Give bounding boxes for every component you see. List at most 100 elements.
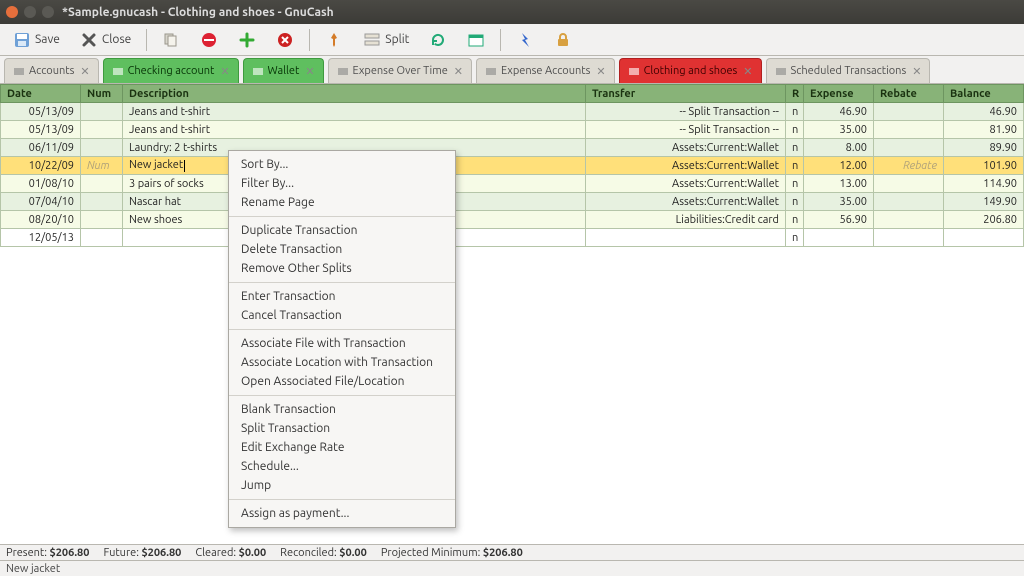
menu-item-schedule[interactable]: Schedule... <box>229 457 455 476</box>
cell[interactable]: 12/05/13 <box>1 229 81 247</box>
col-r[interactable]: R <box>786 85 804 103</box>
table-row[interactable]: 05/13/09Jeans and t-shirt-- Split Transa… <box>1 103 1024 121</box>
window-maximize-icon[interactable] <box>42 6 54 18</box>
cell[interactable] <box>874 175 944 193</box>
cell[interactable]: n <box>786 139 804 157</box>
tab-checking-account[interactable]: Checking account✕ <box>103 58 239 83</box>
cell[interactable]: Liabilities:Credit card <box>586 211 786 229</box>
cell[interactable]: n <box>786 121 804 139</box>
col-num[interactable]: Num <box>81 85 123 103</box>
cell[interactable] <box>81 211 123 229</box>
col-transfer[interactable]: Transfer <box>586 85 786 103</box>
menu-item-remove-other-splits[interactable]: Remove Other Splits <box>229 259 455 278</box>
cell[interactable]: n <box>786 229 804 247</box>
cell[interactable]: 56.90 <box>804 211 874 229</box>
tab-close-icon[interactable]: ✕ <box>454 65 463 78</box>
menu-item-filter-by[interactable]: Filter By... <box>229 174 455 193</box>
menu-item-split-transaction[interactable]: Split Transaction <box>229 419 455 438</box>
cell[interactable]: -- Split Transaction -- <box>586 121 786 139</box>
split-button[interactable]: Split <box>356 27 416 53</box>
tab-close-icon[interactable]: ✕ <box>305 65 314 78</box>
cell[interactable] <box>874 193 944 211</box>
cell[interactable]: 149.90 <box>944 193 1024 211</box>
save-button[interactable]: Save <box>6 27 67 53</box>
menu-item-rename-page[interactable]: Rename Page <box>229 193 455 212</box>
pin-button[interactable] <box>318 27 350 53</box>
cell[interactable]: 81.90 <box>944 121 1024 139</box>
menu-item-sort-by[interactable]: Sort By... <box>229 155 455 174</box>
cell[interactable]: 8.00 <box>804 139 874 157</box>
cell[interactable]: Assets:Current:Wallet <box>586 157 786 175</box>
cell[interactable]: 206.80 <box>944 211 1024 229</box>
menu-item-cancel-transaction[interactable]: Cancel Transaction <box>229 306 455 325</box>
tab-close-icon[interactable]: ✕ <box>596 65 605 78</box>
menu-item-open-associated-file-location[interactable]: Open Associated File/Location <box>229 372 455 391</box>
cell[interactable]: 89.90 <box>944 139 1024 157</box>
register-context-menu[interactable]: Sort By...Filter By...Rename Page Duplica… <box>228 150 456 528</box>
table-row[interactable]: 08/20/10New shoesLiabilities:Credit card… <box>1 211 1024 229</box>
cell[interactable]: 101.90 <box>944 157 1024 175</box>
cell[interactable] <box>81 139 123 157</box>
cell[interactable]: -- Split Transaction -- <box>586 103 786 121</box>
cell[interactable] <box>874 121 944 139</box>
tab-scheduled-transactions[interactable]: Scheduled Transactions✕ <box>766 58 931 83</box>
table-row[interactable]: 10/22/09NumNew jacketAssets:Current:Wall… <box>1 157 1024 175</box>
menu-item-assign-as-payment[interactable]: Assign as payment... <box>229 504 455 523</box>
cell[interactable] <box>81 193 123 211</box>
col-balance[interactable]: Balance <box>944 85 1024 103</box>
tab-expense-accounts[interactable]: Expense Accounts✕ <box>476 58 615 83</box>
cell[interactable]: 01/08/10 <box>1 175 81 193</box>
cell[interactable]: 10/22/09 <box>1 157 81 175</box>
cell[interactable]: n <box>786 157 804 175</box>
tool-b-button[interactable] <box>547 27 579 53</box>
table-row[interactable]: 01/08/103 pairs of socksAssets:Current:W… <box>1 175 1024 193</box>
table-row[interactable]: 07/04/10Nascar hatAssets:Current:Walletn… <box>1 193 1024 211</box>
tool-a-button[interactable] <box>509 27 541 53</box>
cell[interactable]: 46.90 <box>804 103 874 121</box>
tab-close-icon[interactable]: ✕ <box>80 65 89 78</box>
table-row[interactable]: 05/13/09 Jeans and t-shirt-- Split Transa… <box>1 121 1024 139</box>
tab-close-icon[interactable]: ✕ <box>220 65 229 78</box>
tab-clothing-and-shoes[interactable]: Clothing and shoes✕ <box>619 58 762 83</box>
menu-item-duplicate-transaction[interactable]: Duplicate Transaction <box>229 221 455 240</box>
menu-item-jump[interactable]: Jump <box>229 476 455 495</box>
cell[interactable] <box>81 229 123 247</box>
window-close-icon[interactable] <box>6 6 18 18</box>
cell[interactable]: n <box>786 175 804 193</box>
menu-item-blank-transaction[interactable]: Blank Transaction <box>229 400 455 419</box>
cell[interactable]: Num <box>81 157 123 175</box>
tab-accounts[interactable]: Accounts✕ <box>4 58 99 83</box>
tab-close-icon[interactable]: ✕ <box>743 65 752 78</box>
window-minimize-icon[interactable] <box>24 6 36 18</box>
menu-item-enter-transaction[interactable]: Enter Transaction <box>229 287 455 306</box>
tab-expense-over-time[interactable]: Expense Over Time✕ <box>328 58 472 83</box>
copy-button[interactable] <box>155 27 187 53</box>
cell[interactable]: Assets:Current:Wallet <box>586 139 786 157</box>
cell[interactable]: 13.00 <box>804 175 874 193</box>
cell[interactable] <box>874 229 944 247</box>
cell[interactable]: n <box>786 103 804 121</box>
calendar-button[interactable] <box>460 27 492 53</box>
col-desc[interactable]: Description <box>123 85 586 103</box>
cell[interactable]: 08/20/10 <box>1 211 81 229</box>
table-row[interactable]: 06/11/09Laundry: 2 t-shirtsAssets:Curren… <box>1 139 1024 157</box>
menu-item-associate-file-with-transaction[interactable]: Associate File with Transaction <box>229 334 455 353</box>
delete-button[interactable] <box>269 27 301 53</box>
menu-item-edit-exchange-rate[interactable]: Edit Exchange Rate <box>229 438 455 457</box>
cell[interactable] <box>874 211 944 229</box>
table-row[interactable]: 12/05/13 n <box>1 229 1024 247</box>
cell[interactable]: 05/13/09 <box>1 103 81 121</box>
tab-close-icon[interactable]: ✕ <box>912 65 921 78</box>
col-expense[interactable]: Expense <box>804 85 874 103</box>
add-button[interactable] <box>231 27 263 53</box>
cell[interactable] <box>874 103 944 121</box>
close-button[interactable]: Close <box>73 27 138 53</box>
cell[interactable]: 12.00 <box>804 157 874 175</box>
cell[interactable]: n <box>786 193 804 211</box>
cell[interactable] <box>804 229 874 247</box>
cell[interactable]: Jeans and t-shirt <box>123 121 586 139</box>
menu-item-delete-transaction[interactable]: Delete Transaction <box>229 240 455 259</box>
cell[interactable]: 05/13/09 <box>1 121 81 139</box>
menu-item-associate-location-with-transaction[interactable]: Associate Location with Transaction <box>229 353 455 372</box>
cell[interactable] <box>81 175 123 193</box>
